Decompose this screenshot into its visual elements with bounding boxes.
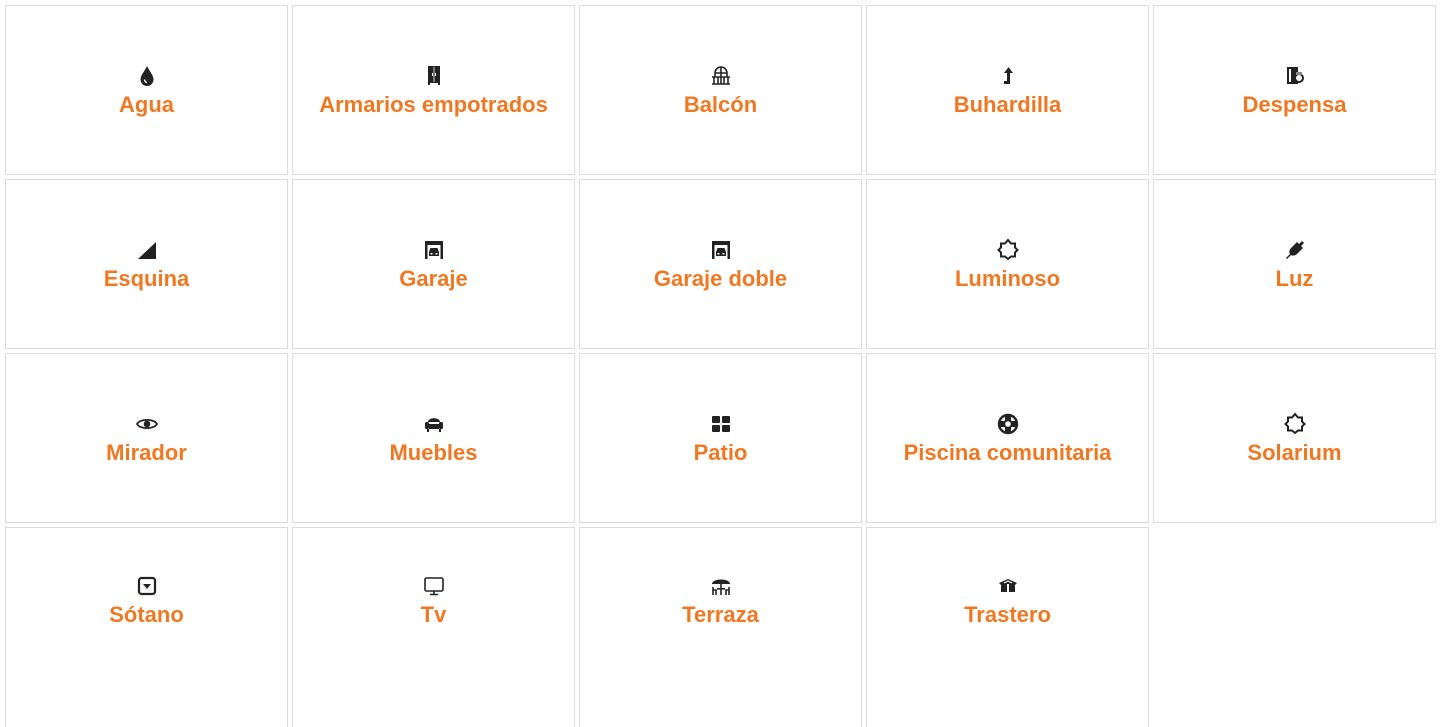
feature-luz[interactable]: Luz bbox=[1153, 179, 1436, 349]
feature-label: Despensa bbox=[1242, 91, 1347, 117]
water-drop-icon bbox=[135, 64, 159, 88]
feature-piscina-comunitaria[interactable]: Piscina comunitaria bbox=[866, 353, 1149, 523]
feature-label: Buhardilla bbox=[953, 91, 1062, 117]
feature-label: Esquina bbox=[103, 265, 190, 291]
feature-label: Piscina comunitaria bbox=[903, 439, 1112, 465]
feature-label: Patio bbox=[693, 439, 748, 465]
feature-esquina[interactable]: Esquina bbox=[5, 179, 288, 349]
plug-icon bbox=[1283, 238, 1307, 262]
garage-icon bbox=[422, 238, 446, 262]
wardrobe-icon bbox=[422, 64, 446, 88]
feature-garaje-doble[interactable]: Garaje doble bbox=[579, 179, 862, 349]
feature-mirador[interactable]: Mirador bbox=[5, 353, 288, 523]
feature-garaje[interactable]: Garaje bbox=[292, 179, 575, 349]
feature-balcon[interactable]: Balcón bbox=[579, 5, 862, 175]
feature-trastero[interactable]: Trastero bbox=[866, 527, 1149, 727]
basement-box-icon bbox=[135, 574, 159, 598]
feature-label: Garaje bbox=[399, 265, 468, 291]
feature-sotano[interactable]: Sótano bbox=[5, 527, 288, 727]
feature-agua[interactable]: Agua bbox=[5, 5, 288, 175]
arrow-up-turn-icon bbox=[996, 64, 1020, 88]
feature-armarios-empotrados[interactable]: Armarios empotrados bbox=[292, 5, 575, 175]
eye-icon bbox=[135, 412, 159, 436]
feature-tv[interactable]: Tv bbox=[292, 527, 575, 727]
feature-label: Agua bbox=[119, 91, 174, 117]
feature-solarium[interactable]: Solarium bbox=[1153, 353, 1436, 523]
feature-luminoso[interactable]: Luminoso bbox=[866, 179, 1149, 349]
feature-label: Armarios empotrados bbox=[319, 91, 548, 117]
feature-despensa[interactable]: Despensa bbox=[1153, 5, 1436, 175]
features-grid: Agua Armarios empotrados Balcón Buhardil… bbox=[5, 5, 1436, 727]
feature-label: Solarium bbox=[1247, 439, 1342, 465]
feature-label: Tv bbox=[420, 602, 447, 627]
corner-triangle-icon bbox=[135, 238, 159, 262]
feature-buhardilla[interactable]: Buhardilla bbox=[866, 5, 1149, 175]
terrace-table-icon bbox=[709, 574, 733, 598]
pantry-icon bbox=[1283, 64, 1307, 88]
balcony-icon bbox=[709, 64, 733, 88]
feature-label: Trastero bbox=[964, 602, 1051, 627]
storage-box-icon bbox=[996, 574, 1020, 598]
feature-patio[interactable]: Patio bbox=[579, 353, 862, 523]
sun-icon bbox=[996, 237, 1020, 262]
feature-label: Luminoso bbox=[954, 265, 1061, 291]
feature-label: Mirador bbox=[106, 439, 187, 465]
garage-icon bbox=[709, 238, 733, 262]
lifebuoy-icon bbox=[996, 412, 1020, 436]
feature-label: Garaje doble bbox=[653, 265, 788, 291]
feature-label: Sótano bbox=[109, 602, 184, 627]
feature-label: Balcón bbox=[683, 91, 758, 117]
feature-muebles[interactable]: Muebles bbox=[292, 353, 575, 523]
feature-label: Terraza bbox=[682, 602, 759, 627]
grid-squares-icon bbox=[709, 412, 733, 436]
sun-icon bbox=[1283, 411, 1307, 436]
feature-label: Luz bbox=[1275, 265, 1314, 291]
armchair-icon bbox=[422, 412, 446, 436]
monitor-icon bbox=[422, 574, 446, 598]
feature-terraza[interactable]: Terraza bbox=[579, 527, 862, 727]
feature-label: Muebles bbox=[389, 439, 478, 465]
